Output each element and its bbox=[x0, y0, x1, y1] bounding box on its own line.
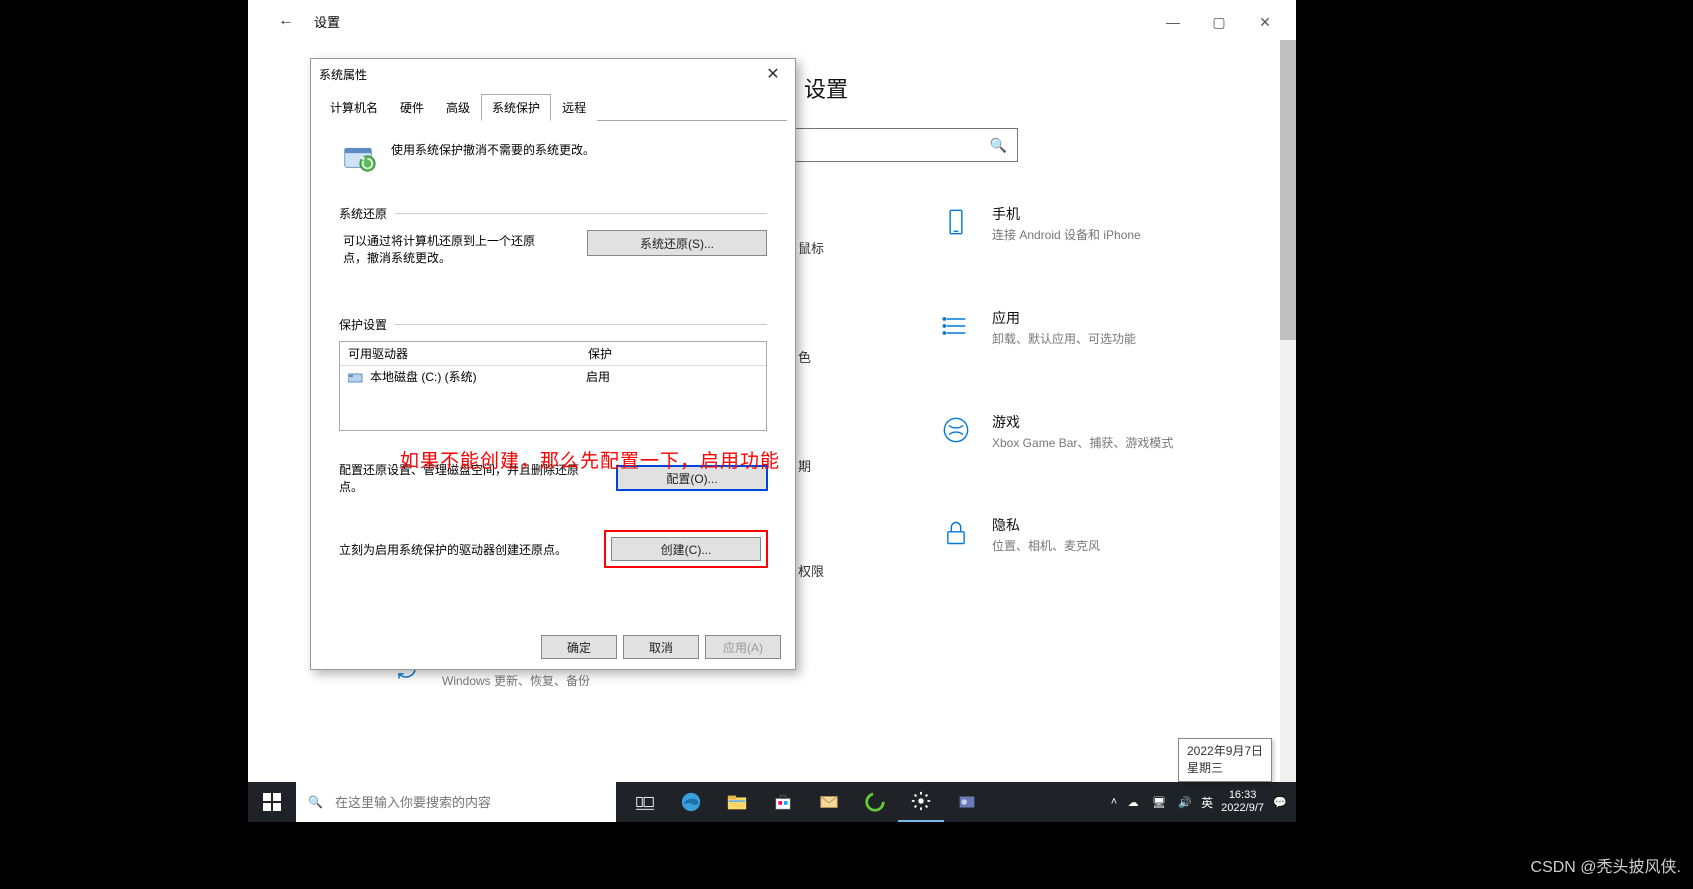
settings-titlebar: ← 设置 — ▢ ✕ bbox=[248, 0, 1296, 42]
settings-app-title: 设置 bbox=[304, 12, 340, 31]
taskbar-search[interactable]: 🔍 bbox=[296, 782, 616, 822]
category-phone[interactable]: 手机连接 Android 设备和 iPhone bbox=[938, 204, 1258, 244]
shield-icon bbox=[339, 137, 377, 175]
cancel-button[interactable]: 取消 bbox=[623, 635, 699, 659]
dialog-titlebar[interactable]: 系统属性 ✕ bbox=[311, 59, 795, 89]
date-tooltip: 2022年9月7日 星期三 bbox=[1178, 738, 1272, 782]
xbox-icon bbox=[938, 412, 974, 448]
taskbar-clock[interactable]: 16:33 2022/9/7 bbox=[1221, 789, 1264, 815]
task-view-button[interactable] bbox=[622, 782, 668, 822]
dialog-title-text: 系统属性 bbox=[319, 66, 367, 83]
close-button[interactable]: ✕ bbox=[1242, 8, 1288, 36]
create-highlight: 创建(C)... bbox=[605, 531, 767, 567]
start-button[interactable] bbox=[248, 782, 296, 822]
intro-text: 使用系统保护撤消不需要的系统更改。 bbox=[391, 137, 595, 158]
maximize-button[interactable]: ▢ bbox=[1196, 8, 1242, 36]
protect-section-label: 保护设置 bbox=[339, 316, 387, 333]
apply-button[interactable]: 应用(A) bbox=[705, 635, 781, 659]
category-privacy[interactable]: 隐私位置、相机、麦克风 bbox=[938, 515, 1258, 555]
create-button[interactable]: 创建(C)... bbox=[611, 537, 761, 561]
lock-icon bbox=[938, 515, 974, 551]
col-protect: 保护 bbox=[580, 342, 620, 365]
tab-advanced[interactable]: 高级 bbox=[435, 94, 481, 121]
apps-icon bbox=[938, 308, 974, 344]
create-description: 立刻为启用系统保护的驱动器创建还原点。 bbox=[339, 541, 573, 558]
search-icon: 🔍 bbox=[990, 137, 1007, 154]
tab-row: 计算机名 硬件 高级 系统保护 远程 bbox=[319, 93, 787, 121]
system-restore-button[interactable]: 系统还原(S)... bbox=[587, 230, 767, 256]
tray-onedrive-icon[interactable]: ☁ bbox=[1125, 794, 1141, 810]
mail-icon[interactable] bbox=[806, 782, 852, 822]
category-gaming[interactable]: 游戏Xbox Game Bar、捕获、游戏模式 bbox=[938, 412, 1258, 452]
disk-icon bbox=[348, 371, 364, 383]
tray-volume-icon[interactable]: 🔊 bbox=[1177, 794, 1193, 810]
tab-computer-name[interactable]: 计算机名 bbox=[319, 94, 389, 121]
app-icon-green[interactable] bbox=[852, 782, 898, 822]
dialog-close-button[interactable]: ✕ bbox=[759, 64, 787, 84]
taskbar-search-input[interactable] bbox=[333, 794, 604, 811]
restore-description: 可以通过将计算机还原到上一个还原点，撤消系统更改。 bbox=[339, 230, 557, 266]
minimize-button[interactable]: — bbox=[1150, 8, 1196, 36]
store-icon[interactable] bbox=[760, 782, 806, 822]
phone-icon bbox=[938, 204, 974, 240]
system-properties-dialog: 系统属性 ✕ 计算机名 硬件 高级 系统保护 远程 使用系统保护撤消不需要的系统… bbox=[310, 58, 796, 670]
tab-remote[interactable]: 远程 bbox=[551, 94, 597, 121]
drive-list[interactable]: 可用驱动器 保护 本地磁盘 (C:) (系统) 启用 bbox=[339, 341, 767, 431]
back-button[interactable]: ← bbox=[268, 12, 304, 30]
watermark: CSDN @秃头披风侠. bbox=[1531, 853, 1681, 877]
tab-hardware[interactable]: 硬件 bbox=[389, 94, 435, 121]
tray-network-icon[interactable]: 🖥 bbox=[1151, 794, 1167, 810]
tray-chevron-icon[interactable]: ˄ bbox=[1111, 796, 1117, 808]
drive-row[interactable]: 本地磁盘 (C:) (系统) 启用 bbox=[340, 366, 766, 387]
page-title: 设置 bbox=[804, 72, 1256, 104]
notifications-icon[interactable]: 💬 bbox=[1272, 794, 1288, 810]
restore-section-label: 系统还原 bbox=[339, 205, 387, 222]
drive-status: 启用 bbox=[586, 368, 610, 385]
drive-name: 本地磁盘 (C:) (系统) bbox=[370, 368, 586, 385]
annotation-text: 如果不能创建，那么先配置一下，启用功能 bbox=[400, 446, 780, 473]
edge-icon[interactable] bbox=[668, 782, 714, 822]
search-icon: 🔍 bbox=[308, 795, 323, 809]
ok-button[interactable]: 确定 bbox=[541, 635, 617, 659]
settings-taskbar-icon[interactable] bbox=[898, 782, 944, 822]
app-icon-purple[interactable] bbox=[944, 782, 990, 822]
tab-system-protection[interactable]: 系统保护 bbox=[481, 94, 551, 121]
category-apps[interactable]: 应用卸载、默认应用、可选功能 bbox=[938, 308, 1258, 348]
obscured-left-column: 鼠标 色 期 权限 bbox=[798, 238, 824, 580]
col-drive: 可用驱动器 bbox=[340, 342, 580, 365]
taskbar: 🔍 ˄ ☁ 🖥 🔊 英 16:33 2022/9/7 💬 bbox=[248, 782, 1296, 822]
ime-indicator[interactable]: 英 bbox=[1201, 794, 1213, 811]
explorer-icon[interactable] bbox=[714, 782, 760, 822]
